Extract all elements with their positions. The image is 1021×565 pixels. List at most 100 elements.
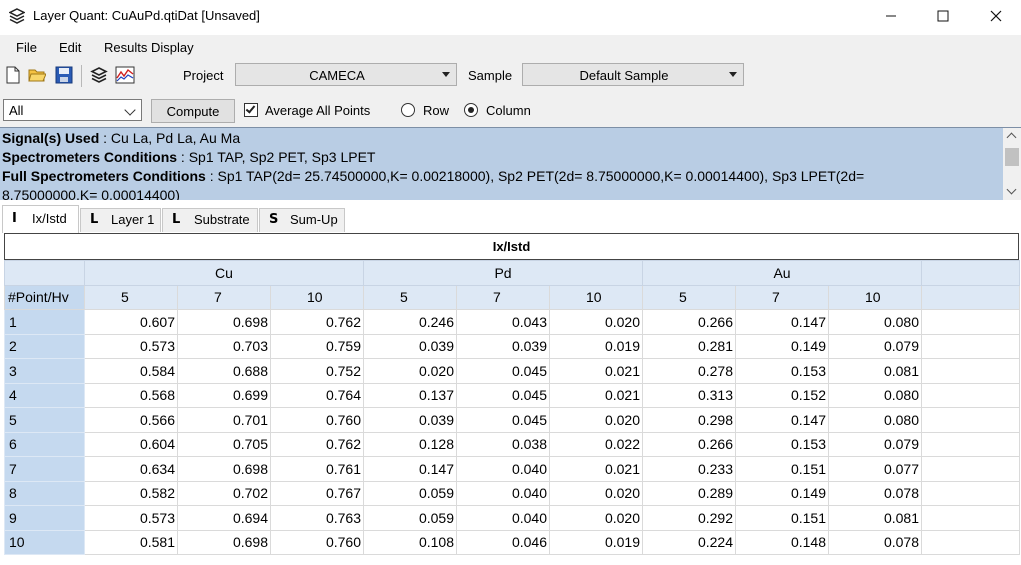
hv-header[interactable]: 7 <box>177 284 271 310</box>
table-cell[interactable]: 0.566 <box>84 407 178 433</box>
row-header-point[interactable]: 8 <box>4 480 85 506</box>
hv-header[interactable]: 10 <box>270 284 364 310</box>
filter-select[interactable]: All <box>3 99 142 121</box>
table-cell[interactable]: 0.080 <box>828 382 922 408</box>
info-scrollbar[interactable] <box>1003 128 1021 200</box>
table-row[interactable]: 5 0.566 0.701 0.760 0.039 0.045 0.020 0.298 0.14… <box>4 407 1020 433</box>
table-cell[interactable]: 0.762 <box>270 431 364 457</box>
table-cell[interactable]: 0.020 <box>363 358 457 384</box>
open-folder-icon[interactable] <box>28 66 46 84</box>
row-header-point[interactable]: 1 <box>4 309 85 335</box>
table-cell[interactable]: 0.153 <box>735 358 829 384</box>
row-radio[interactable] <box>401 103 415 117</box>
average-all-points-checkbox[interactable] <box>244 103 258 117</box>
table-cell[interactable]: 0.149 <box>735 480 829 506</box>
table-cell[interactable]: 0.021 <box>549 382 643 408</box>
table-cell[interactable]: 0.278 <box>642 358 736 384</box>
project-select[interactable]: CAMECA <box>235 63 457 86</box>
hv-header[interactable]: 10 <box>828 284 922 310</box>
table-cell[interactable]: 0.128 <box>363 431 457 457</box>
table-cell[interactable]: 0.762 <box>270 309 364 335</box>
table-cell[interactable]: 0.688 <box>177 358 271 384</box>
table-cell[interactable]: 0.059 <box>363 505 457 531</box>
table-cell[interactable]: 0.079 <box>828 431 922 457</box>
table-cell[interactable]: 0.289 <box>642 480 736 506</box>
table-cell[interactable]: 0.705 <box>177 431 271 457</box>
table-row[interactable]: 2 0.573 0.703 0.759 0.039 0.039 0.019 0.281 0.14… <box>4 333 1020 359</box>
table-cell[interactable]: 0.698 <box>177 456 271 482</box>
hv-header[interactable]: 7 <box>456 284 550 310</box>
table-cell[interactable]: 0.040 <box>456 456 550 482</box>
table-cell[interactable]: 0.298 <box>642 407 736 433</box>
tab-layer-1[interactable]: L Layer 1 <box>80 208 161 232</box>
table-cell[interactable]: 0.582 <box>84 480 178 506</box>
table-cell[interactable]: 0.020 <box>549 505 643 531</box>
table-cell[interactable]: 0.634 <box>84 456 178 482</box>
element-header-pd[interactable]: Pd <box>363 260 643 286</box>
element-header-cu[interactable]: Cu <box>84 260 364 286</box>
table-cell[interactable]: 0.081 <box>828 505 922 531</box>
scroll-thumb[interactable] <box>1005 148 1019 166</box>
table-cell[interactable]: 0.019 <box>549 529 643 555</box>
table-cell[interactable]: 0.764 <box>270 382 364 408</box>
minimize-button[interactable] <box>868 0 914 32</box>
table-cell[interactable]: 0.148 <box>735 529 829 555</box>
table-cell[interactable]: 0.233 <box>642 456 736 482</box>
table-cell[interactable]: 0.604 <box>84 431 178 457</box>
table-cell[interactable]: 0.281 <box>642 333 736 359</box>
table-cell[interactable]: 0.149 <box>735 333 829 359</box>
table-cell[interactable]: 0.038 <box>456 431 550 457</box>
table-cell[interactable]: 0.313 <box>642 382 736 408</box>
table-cell[interactable]: 0.761 <box>270 456 364 482</box>
table-row[interactable]: 4 0.568 0.699 0.764 0.137 0.045 0.021 0.313 0.15… <box>4 382 1020 408</box>
row-header-point[interactable]: 9 <box>4 505 85 531</box>
scroll-up-icon[interactable] <box>1006 132 1017 143</box>
table-cell[interactable]: 0.759 <box>270 333 364 359</box>
row-header-point[interactable]: 6 <box>4 431 85 457</box>
new-file-icon[interactable] <box>4 66 22 84</box>
table-cell[interactable]: 0.045 <box>456 358 550 384</box>
row-header-point[interactable]: 4 <box>4 382 85 408</box>
table-cell[interactable]: 0.079 <box>828 333 922 359</box>
table-row[interactable]: 1 0.607 0.698 0.762 0.246 0.043 0.020 0.266 0.14… <box>4 309 1020 335</box>
table-cell[interactable]: 0.078 <box>828 529 922 555</box>
info-text-area[interactable]: Signal(s) Used : Cu La, Pd La, Au Ma Spe… <box>0 128 1003 200</box>
table-cell[interactable]: 0.020 <box>549 480 643 506</box>
table-cell[interactable]: 0.760 <box>270 407 364 433</box>
table-cell[interactable]: 0.153 <box>735 431 829 457</box>
chart-icon[interactable] <box>115 66 135 84</box>
table-cell[interactable]: 0.607 <box>84 309 178 335</box>
table-cell[interactable]: 0.078 <box>828 480 922 506</box>
table-cell[interactable]: 0.703 <box>177 333 271 359</box>
table-cell[interactable]: 0.702 <box>177 480 271 506</box>
table-cell[interactable]: 0.581 <box>84 529 178 555</box>
layers-icon[interactable] <box>90 66 108 84</box>
table-cell[interactable]: 0.020 <box>549 407 643 433</box>
row-header-point[interactable]: 10 <box>4 529 85 555</box>
table-cell[interactable]: 0.108 <box>363 529 457 555</box>
table-cell[interactable]: 0.080 <box>828 309 922 335</box>
table-cell[interactable]: 0.760 <box>270 529 364 555</box>
row-header-point[interactable]: 7 <box>4 456 85 482</box>
table-cell[interactable]: 0.081 <box>828 358 922 384</box>
table-cell[interactable]: 0.151 <box>735 456 829 482</box>
table-cell[interactable]: 0.059 <box>363 480 457 506</box>
table-cell[interactable]: 0.040 <box>456 505 550 531</box>
table-cell[interactable]: 0.584 <box>84 358 178 384</box>
table-row[interactable]: 9 0.573 0.694 0.763 0.059 0.040 0.020 0.292 0.15… <box>4 505 1020 531</box>
hv-header[interactable]: 5 <box>84 284 178 310</box>
table-row[interactable]: 10 0.581 0.698 0.760 0.108 0.046 0.019 0.224 0.1… <box>4 529 1020 555</box>
table-cell[interactable]: 0.292 <box>642 505 736 531</box>
table-cell[interactable]: 0.147 <box>363 456 457 482</box>
table-cell[interactable]: 0.698 <box>177 529 271 555</box>
table-cell[interactable]: 0.694 <box>177 505 271 531</box>
results-table[interactable]: Cu Pd Au #Point/Hv 5 7 10 5 7 10 5 7 10 … <box>4 260 1020 555</box>
table-cell[interactable]: 0.698 <box>177 309 271 335</box>
tab-ix-istd[interactable]: I Ix/Istd <box>2 205 79 233</box>
table-cell[interactable]: 0.043 <box>456 309 550 335</box>
menu-results-display[interactable]: Results Display <box>104 40 194 55</box>
row-header-point[interactable]: 5 <box>4 407 85 433</box>
table-cell[interactable]: 0.152 <box>735 382 829 408</box>
table-row[interactable]: 8 0.582 0.702 0.767 0.059 0.040 0.020 0.289 0.14… <box>4 480 1020 506</box>
table-cell[interactable]: 0.039 <box>456 333 550 359</box>
